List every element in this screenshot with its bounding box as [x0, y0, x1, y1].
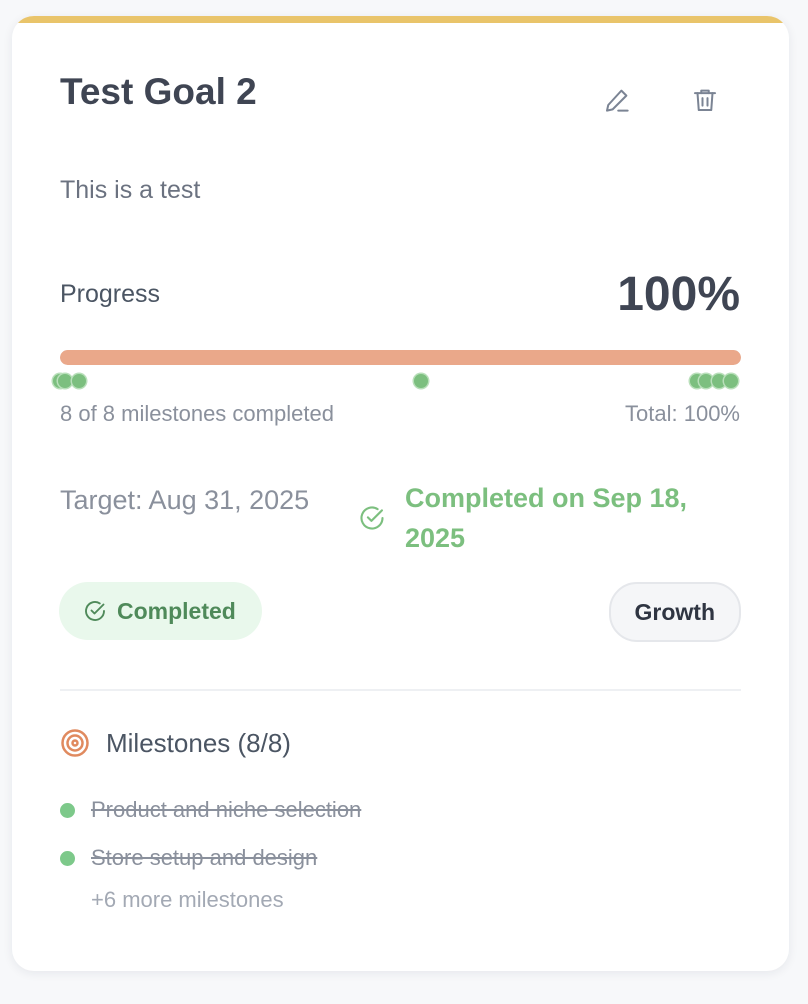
pencil-icon — [606, 89, 629, 112]
target-date: Target: Aug 31, 2025 — [60, 485, 310, 515]
milestones-completed-text: 8 of 8 milestones completed — [60, 401, 334, 426]
milestone-marker-dot — [58, 374, 73, 388]
status-badge: Completed — [59, 582, 262, 640]
milestone-marker-dot — [698, 374, 713, 388]
section-divider — [60, 689, 741, 691]
milestone-markers — [53, 373, 741, 389]
milestone-marker-dot — [72, 374, 87, 388]
progress-percent: 100% — [617, 268, 740, 321]
milestone-bullet — [60, 802, 75, 818]
trash-icon — [694, 89, 716, 111]
check-circle-icon — [85, 601, 105, 621]
goal-card: Test Goal 2 This is a test Progress 100%… — [12, 16, 789, 971]
milestone-marker-dot — [723, 374, 738, 388]
milestones-header: Milestones (8/8) — [60, 726, 291, 760]
milestone-bullet — [60, 850, 75, 866]
goal-description: This is a test — [60, 176, 201, 204]
milestone-list: Product and niche selection Store setup … — [60, 786, 361, 882]
more-milestones-link[interactable]: +6 more milestones — [91, 886, 284, 914]
milestone-marker-dot — [413, 374, 428, 388]
total-progress-text: Total: 100% — [625, 401, 740, 426]
category-tag: Growth — [608, 582, 741, 642]
edit-button[interactable] — [595, 78, 639, 122]
milestone-label: Product and niche selection — [91, 797, 362, 822]
milestone-label: Store setup and design — [91, 845, 318, 870]
milestone-item: Product and niche selection — [60, 786, 361, 834]
goal-title: Test Goal 2 — [60, 71, 257, 112]
milestone-item: Store setup and design — [60, 834, 361, 882]
milestones-title: Milestones (8/8) — [106, 728, 291, 758]
completed-date: Completed on Sep 18, 2025 — [405, 483, 688, 553]
progress-label: Progress — [60, 280, 161, 308]
status-label: Completed — [117, 597, 236, 624]
delete-button[interactable] — [683, 78, 727, 122]
check-circle-icon — [360, 506, 384, 530]
progress-bar — [60, 350, 741, 365]
target-icon — [61, 729, 89, 757]
progress-bar-fill — [60, 350, 741, 365]
card-accent-bar — [12, 16, 789, 23]
